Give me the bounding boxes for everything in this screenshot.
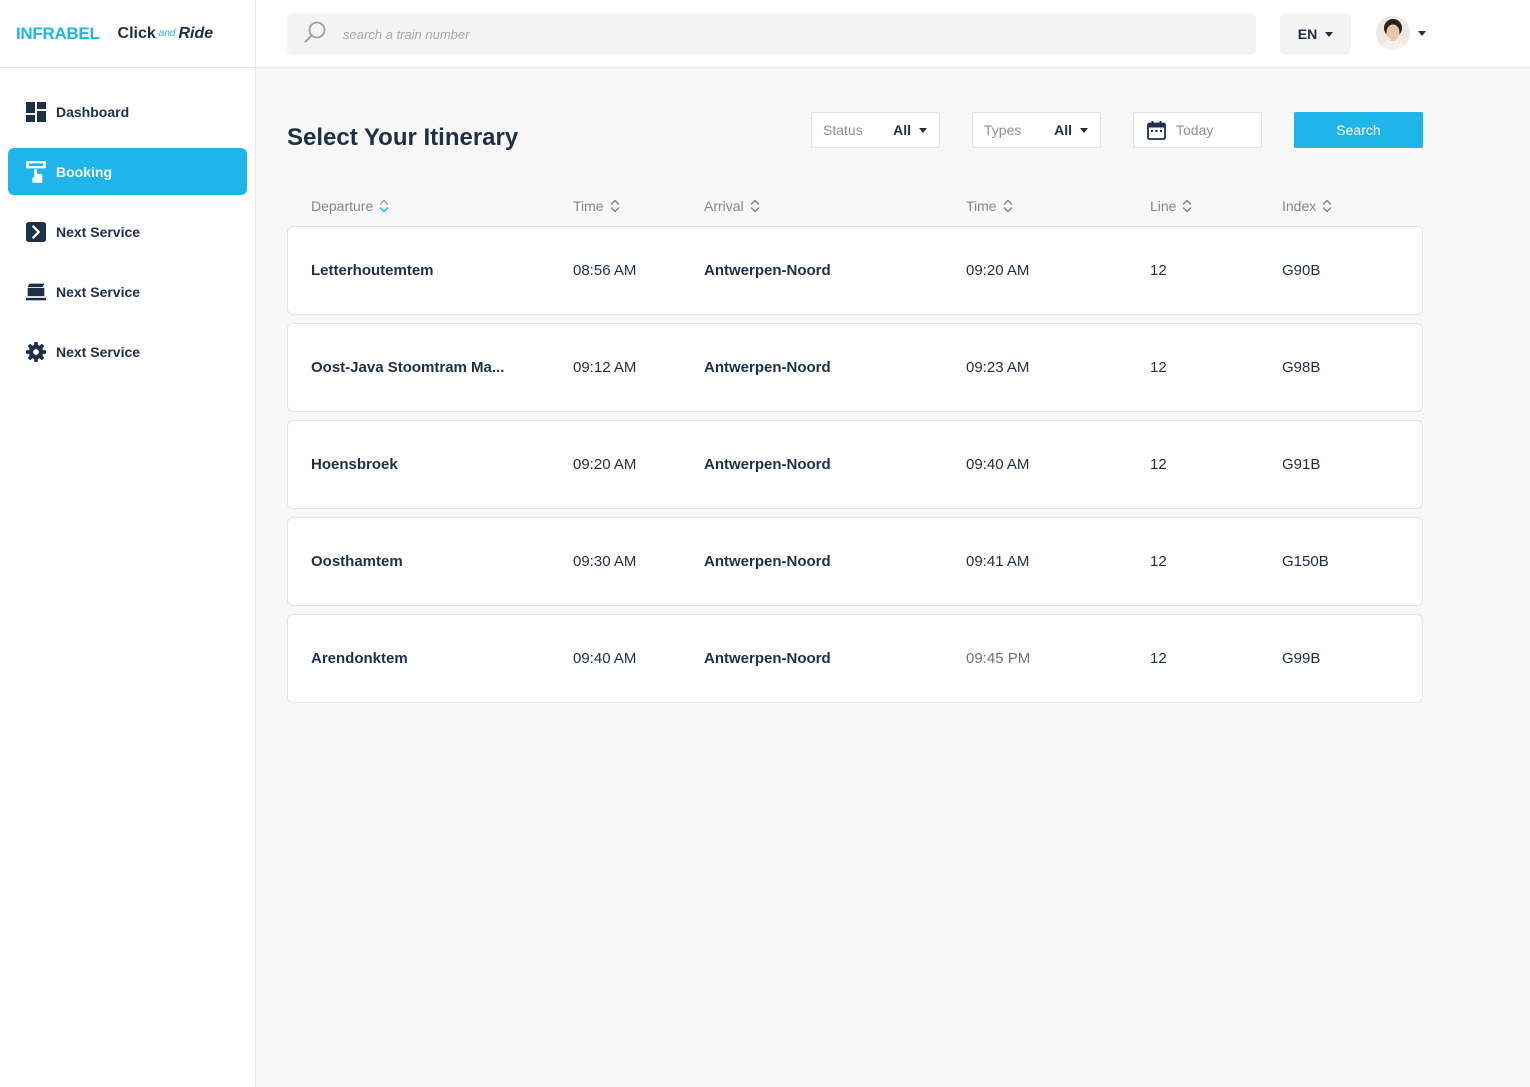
departure-station: Hoensbroek	[311, 456, 398, 473]
types-filter-value: All	[1054, 122, 1072, 138]
book-hand-icon	[26, 160, 46, 183]
line-number: 12	[1150, 553, 1167, 570]
arrival-station: Antwerpen-Noord	[704, 456, 831, 473]
departure-station: Oosthamtem	[311, 553, 403, 570]
sort-icon	[610, 198, 620, 214]
departure-time: 09:20 AM	[573, 456, 637, 473]
sort-icon	[1003, 198, 1013, 214]
departure-station: Letterhoutemtem	[311, 262, 434, 279]
sidebar-item-next-service-2[interactable]: Next Service	[8, 268, 247, 315]
user-menu[interactable]	[1376, 16, 1426, 50]
product-name-click: Click	[117, 24, 156, 42]
search-button[interactable]: Search	[1294, 112, 1423, 148]
column-header-label: Line	[1150, 198, 1177, 214]
page-title: Select Your Itinerary	[287, 124, 519, 151]
departure-station: Oost-Java Stoomtram Ma...	[311, 359, 505, 376]
dashboard-icon	[26, 101, 46, 123]
caret-down-icon	[1080, 127, 1088, 133]
itinerary-row[interactable]: Arendonktem 09:40 AM Antwerpen-Noord 09:…	[287, 614, 1423, 703]
sidebar-item-label: Next Service	[56, 343, 141, 360]
arrival-time: 09:41 AM	[966, 553, 1030, 570]
types-filter-label: Types	[984, 122, 1022, 138]
sidebar-item-label: Dashboard	[56, 103, 130, 120]
column-header-label: Arrival	[704, 198, 744, 214]
status-filter[interactable]: Status All	[811, 112, 940, 148]
train-index: G150B	[1282, 553, 1329, 570]
sidebar-item-next-service-3[interactable]: Next Service	[8, 328, 247, 375]
itinerary-row[interactable]: Hoensbroek 09:20 AM Antwerpen-Noord 09:4…	[287, 420, 1423, 509]
sort-icon	[750, 198, 760, 214]
column-header-departure[interactable]: Departure	[311, 198, 389, 214]
sidebar-item-dashboard[interactable]: Dashboard	[8, 88, 247, 135]
sidebar-item-label: Booking	[56, 163, 112, 180]
arrival-station: Antwerpen-Noord	[704, 359, 831, 376]
column-header-index[interactable]: Index	[1282, 198, 1332, 214]
arrow-right-box-icon	[26, 221, 46, 243]
date-filter-value: Today	[1176, 122, 1214, 138]
arrival-station: Antwerpen-Noord	[704, 553, 831, 570]
status-filter-value: All	[893, 122, 911, 138]
sort-icon	[1182, 198, 1192, 214]
topbar: EN	[256, 0, 1530, 68]
sidebar-item-label: Next Service	[56, 223, 141, 240]
product-name-and: and	[158, 28, 176, 39]
brand-logo[interactable]: INFRABEL Click and Ride	[0, 0, 255, 68]
arrival-time: 09:40 AM	[966, 456, 1030, 473]
language-value: EN	[1297, 26, 1318, 42]
status-filter-label: Status	[823, 122, 863, 138]
sort-active-icon	[379, 198, 389, 214]
departure-time: 09:30 AM	[573, 553, 637, 570]
arrival-time: 09:20 AM	[966, 262, 1030, 279]
train-index: G98B	[1282, 359, 1321, 376]
column-header-label: Time	[573, 198, 604, 214]
arrival-time: 09:23 AM	[966, 359, 1030, 376]
departure-station: Arendonktem	[311, 650, 408, 667]
tray-stack-icon	[26, 281, 46, 303]
train-index: G91B	[1282, 456, 1321, 473]
column-header-label: Departure	[311, 198, 374, 214]
column-header-line[interactable]: Line	[1150, 198, 1192, 214]
departure-time: 08:56 AM	[573, 262, 637, 279]
line-number: 12	[1150, 650, 1167, 667]
departure-time: 09:12 AM	[573, 359, 637, 376]
types-filter[interactable]: Types All	[972, 112, 1101, 148]
column-header-arrival-time[interactable]: Time	[966, 198, 1013, 214]
column-header-label: Time	[966, 198, 997, 214]
line-number: 12	[1150, 262, 1167, 279]
search-icon	[303, 20, 327, 49]
caret-down-icon	[1418, 30, 1426, 36]
date-filter[interactable]: Today	[1133, 112, 1262, 148]
column-header-departure-time[interactable]: Time	[573, 198, 620, 214]
gear-icon	[26, 341, 46, 363]
calendar-icon	[1147, 120, 1166, 140]
avatar[interactable]	[1376, 16, 1410, 50]
column-header-label: Index	[1282, 198, 1317, 214]
train-index: G90B	[1282, 262, 1321, 279]
train-index: G99B	[1282, 650, 1321, 667]
sidebar-item-next-service-1[interactable]: Next Service	[8, 208, 247, 255]
sidebar-nav: Dashboard Booking Next Service Next Serv…	[0, 68, 255, 375]
train-search-box[interactable]	[287, 13, 1256, 55]
sidebar-item-label: Next Service	[56, 283, 141, 300]
infrabel-logo: INFRABEL	[16, 23, 100, 43]
arrival-station: Antwerpen-Noord	[704, 262, 831, 279]
line-number: 12	[1150, 456, 1167, 473]
column-header-arrival[interactable]: Arrival	[704, 198, 760, 214]
train-search-input[interactable]	[343, 26, 943, 42]
language-selector[interactable]: EN	[1280, 13, 1351, 55]
departure-time: 09:40 AM	[573, 650, 637, 667]
sidebar: INFRABEL Click and Ride Dashboard Bookin…	[0, 0, 256, 1087]
itinerary-row[interactable]: Oosthamtem 09:30 AM Antwerpen-Noord 09:4…	[287, 517, 1423, 606]
sort-icon	[1322, 198, 1332, 214]
itinerary-row[interactable]: Oost-Java Stoomtram Ma... 09:12 AM Antwe…	[287, 323, 1423, 412]
caret-down-icon	[919, 127, 927, 133]
product-name-ride: Ride	[178, 24, 214, 42]
arrival-time: 09:45 PM	[966, 650, 1031, 667]
arrival-station: Antwerpen-Noord	[704, 650, 831, 667]
itinerary-row[interactable]: Letterhoutemtem 08:56 AM Antwerpen-Noord…	[287, 226, 1423, 315]
caret-down-icon	[1325, 31, 1334, 37]
line-number: 12	[1150, 359, 1167, 376]
sidebar-item-booking[interactable]: Booking	[8, 148, 247, 195]
